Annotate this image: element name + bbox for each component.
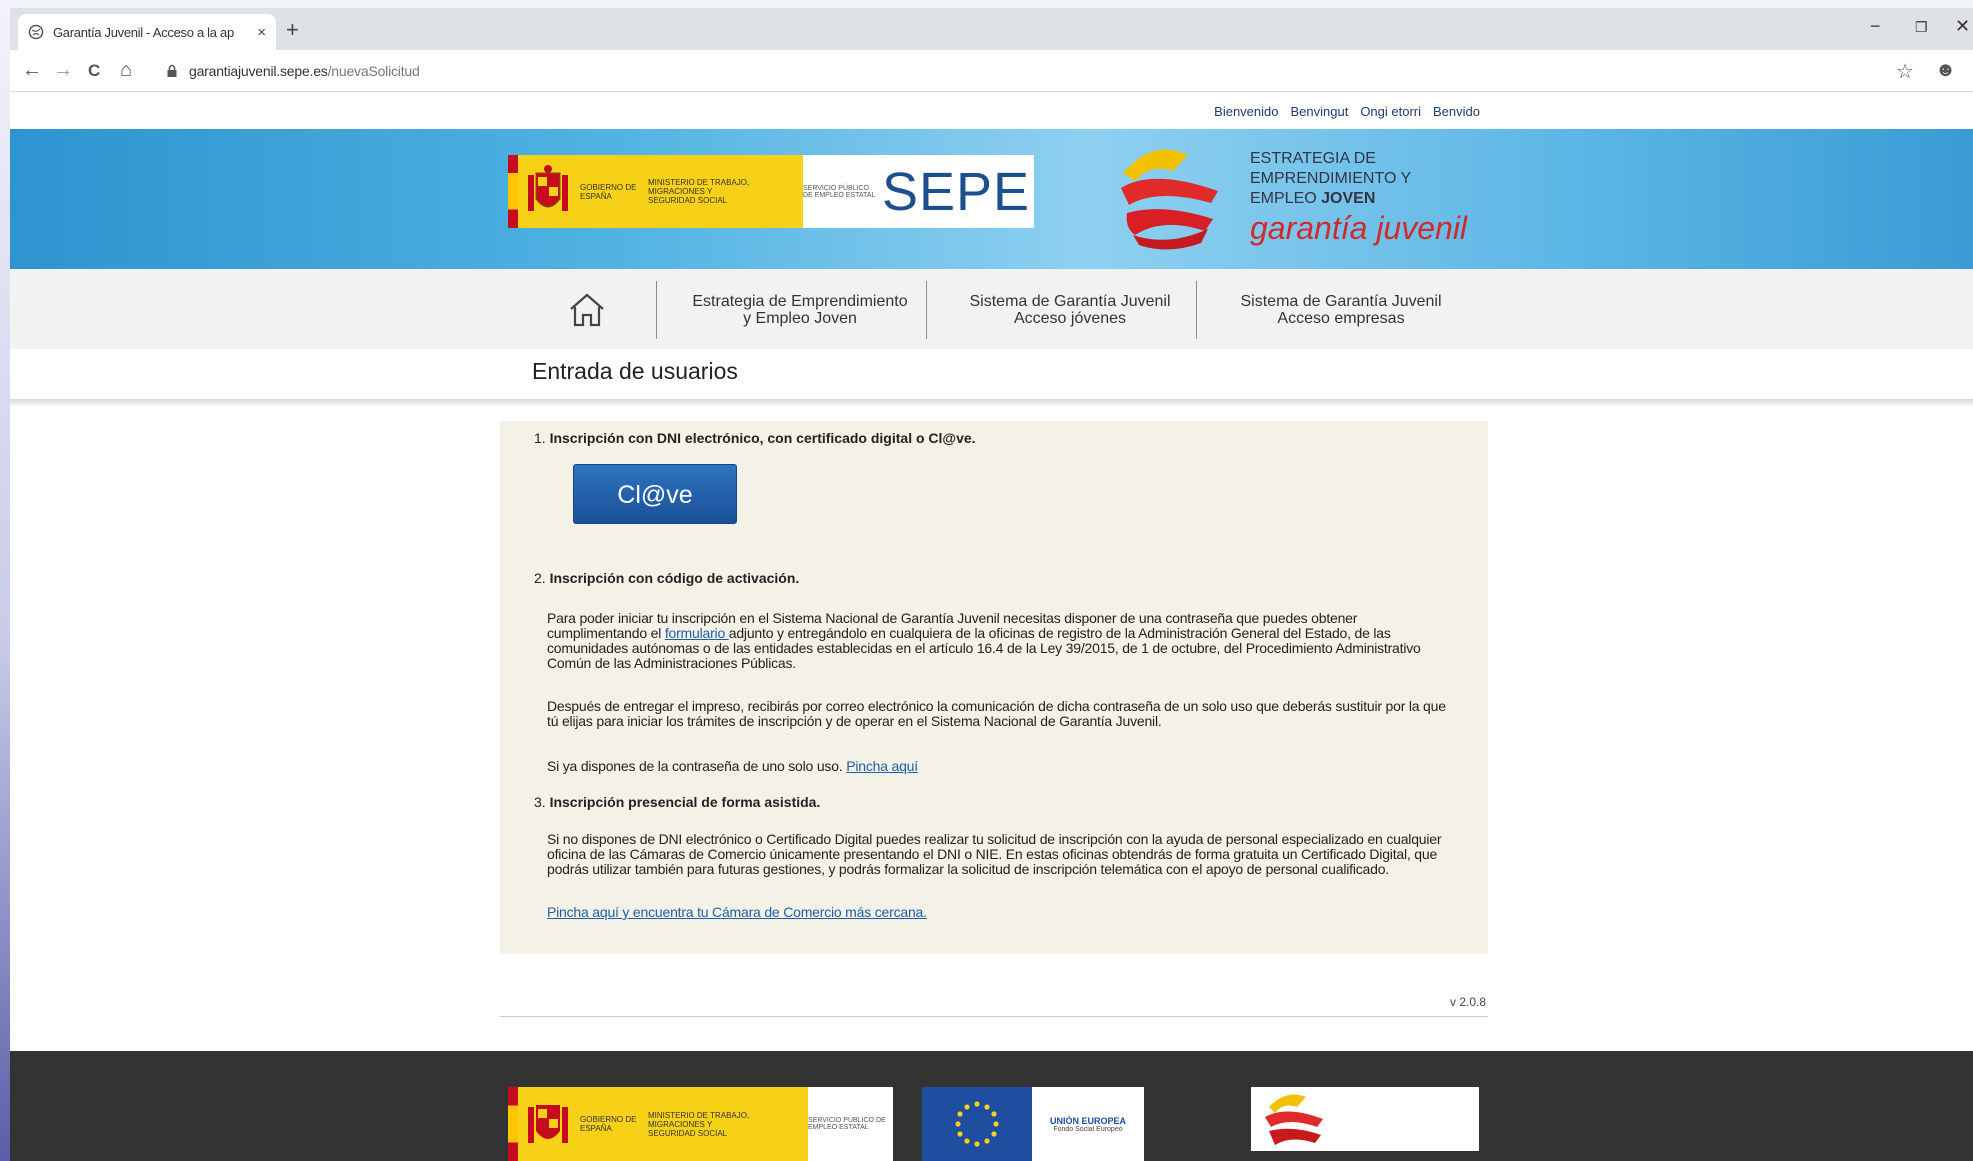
footer: GOBIERNO DE ESPAÑA MINISTERIO DE TRABAJO… [10,1051,1973,1161]
footer-eu-logo: UNIÓN EUROPEA Fondo Social Europeo [922,1087,1144,1161]
clave-button[interactable]: Cl@ve [573,464,737,524]
sepe-logo: SEPE [878,155,1034,228]
footer-ministry-block: GOBIERNO DE ESPAÑA MINISTERIO DE TRABAJO… [518,1087,808,1161]
option2-heading: 2. Inscripción con código de activación. [534,571,1454,586]
forward-icon[interactable]: → [53,59,73,82]
language-bar: Bienvenido Benvingut Ongi etorri Benvido [10,93,1973,129]
gj-line1: ESTRATEGIA DE [1250,150,1376,167]
nav-item-acceso-jovenes[interactable]: Sistema de Garantía Juvenil Acceso jóven… [936,293,1204,327]
address-bar[interactable]: garantiajuvenil.sepe.es/nuevaSolicitud [165,56,1865,86]
option2-title: Inscripción con código de activación. [545,570,800,586]
tab-close-icon[interactable]: × [257,24,266,41]
garantia-juvenil-text: ESTRATEGIA DE EMPRENDIMIENTO Y EMPLEO JO… [1250,149,1467,247]
close-window-icon[interactable]: ✕ [1955,16,1970,37]
eu-text: UNIÓN EUROPEA Fondo Social Europeo [1032,1087,1144,1161]
nav-item-jovenes-l2: Acceso jóvenes [1013,310,1127,327]
eu-flag-icon [922,1087,1032,1161]
title-divider [10,399,1973,407]
gj-line3-joven: JOVEN [1321,190,1376,207]
gov-label: GOBIERNO DE ESPAÑA [580,182,637,201]
footer-divider [500,1016,1488,1017]
menu-icon[interactable]: ⋮ [1965,59,1973,84]
nav-item-empresas-l1: Sistema de Garantía Juvenil [1240,293,1442,310]
browser-window: Garantía Juvenil - Acceso a la ap × + − … [10,8,1973,1161]
lang-link-es[interactable]: Bienvenido [1214,104,1278,119]
option2-p3-before: Si ya dispones de la contraseña de uno s… [547,758,847,774]
option1-title: Inscripción con DNI electrónico, con cer… [545,430,976,446]
option2-paragraph1: Para poder iniciar tu inscripción en el … [547,611,1454,671]
footer-coat-of-arms-icon [528,1105,568,1143]
lang-link-gl[interactable]: Benvido [1433,104,1480,119]
page-title: Entrada de usuarios [532,358,738,384]
nav-divider [1196,281,1197,339]
footer-gj-logo-icon [1265,1094,1323,1145]
reload-icon[interactable]: C [88,61,100,81]
bookmark-star-icon[interactable]: ☆ [1896,59,1914,84]
footer-gov-label: GOBIERNO DE ESPAÑA [580,1115,637,1133]
tab-strip: Garantía Juvenil - Acceso a la ap × + − … [10,8,1973,50]
pincha-aqui-link[interactable]: Pincha aquí [846,758,918,774]
nav-item-estrategia[interactable]: Estrategia de Emprendimiento y Empleo Jo… [666,293,934,327]
gj-line2: EMPRENDIMIENTO Y [1250,170,1412,187]
nav-divider [926,281,927,339]
lang-link-eu[interactable]: Ongi etorri [1360,104,1421,119]
servicio-label: SERVICIO PÚBLICO DE EMPLEO ESTATAL [803,155,878,228]
nav-item-estrategia-l2: y Empleo Joven [743,310,857,327]
nav-item-estrategia-l1: Estrategia de Emprendimiento [692,293,908,310]
web-page: Bienvenido Benvingut Ongi etorri Benvido [10,93,1973,1161]
camara-comercio-link[interactable]: Pincha aquí y encuentra tu Cámara de Com… [547,904,927,920]
formulario-link[interactable]: formulario [665,625,729,641]
gj-line3: EMPLEO JOVEN [1250,189,1467,209]
option2-paragraph3: Si ya dispones de la contraseña de uno s… [547,759,1454,774]
tab-title: Garantía Juvenil - Acceso a la ap [53,24,234,40]
eu-stripe [508,155,518,228]
camara-link-row: Pincha aquí y encuentra tu Cámara de Com… [547,905,1454,920]
minimize-icon[interactable]: − [1870,16,1881,37]
lock-icon [167,64,177,77]
footer-government-logo: GOBIERNO DE ESPAÑA MINISTERIO DE TRABAJO… [508,1087,893,1161]
profile-icon[interactable]: ☻ [1935,59,1956,82]
gj-line3-empleo: EMPLEO [1250,190,1322,207]
nav-divider [656,281,657,339]
browser-tab[interactable]: Garantía Juvenil - Acceso a la ap × [18,14,276,50]
government-logo[interactable]: GOBIERNO DE ESPAÑA MINISTERIO DE TRABAJO… [508,155,1034,228]
option1-heading: 1. Inscripción con DNI electrónico, con … [534,431,1454,446]
option3-heading: 3. Inscripción presencial de forma asist… [534,795,1454,810]
eu-sub: Fondo Social Europeo [1053,1125,1123,1133]
globe-icon [28,24,44,40]
home-nav-icon[interactable] [565,287,609,331]
version-label: v 2.0.8 [1450,995,1487,1009]
footer-servicio-label: SERVICIO PÚBLICO DE EMPLEO ESTATAL [808,1087,893,1161]
url-path: /nuevaSolicitud [327,63,420,79]
option3-number: 3. [534,794,546,810]
footer-ministry-label: MINISTERIO DE TRABAJO, MIGRACIONES Y SEG… [648,1110,750,1138]
footer-garantia-juvenil-logo [1251,1087,1479,1151]
browser-toolbar: ← → C ⌂ garantiajuvenil.sepe.es/nuevaSol… [10,50,1973,92]
header-banner: GOBIERNO DE ESPAÑA MINISTERIO DE TRABAJO… [10,129,1973,269]
main-nav: Estrategia de Emprendimiento y Empleo Jo… [10,269,1973,349]
url-text: garantiajuvenil.sepe.es/nuevaSolicitud [189,63,420,79]
back-icon[interactable]: ← [22,59,42,82]
option3-title: Inscripción presencial de forma asistida… [545,794,821,810]
nav-item-empresas-l2: Acceso empresas [1277,310,1405,327]
option1-number: 1. [534,430,546,446]
eu-label: UNIÓN EUROPEA [1049,1115,1126,1126]
coat-of-arms-icon [528,164,568,211]
ministry-label: MINISTERIO DE TRABAJO, MIGRACIONES Y SEG… [648,178,750,205]
option3-paragraph: Si no dispones de DNI electrónico o Cert… [547,831,1442,877]
lang-link-ca[interactable]: Benvingut [1290,104,1348,119]
option2-number: 2. [534,570,546,586]
nav-item-jovenes-l1: Sistema de Garantía Juvenil [969,293,1171,310]
login-options-panel: 1. Inscripción con DNI electrónico, con … [500,421,1488,954]
restore-icon[interactable]: ❐ [1915,19,1928,36]
footer-eu-stripe [508,1087,518,1161]
url-domain: garantiajuvenil.sepe.es [189,63,328,79]
ministry-block: GOBIERNO DE ESPAÑA MINISTERIO DE TRABAJO… [518,155,803,228]
home-icon[interactable]: ⌂ [120,59,132,82]
option2-paragraph2: Después de entregar el impreso, recibirá… [547,698,1446,729]
new-tab-button[interactable]: + [286,17,299,43]
gj-name: garantía juvenil [1250,210,1468,246]
nav-item-acceso-empresas[interactable]: Sistema de Garantía Juvenil Acceso empre… [1206,293,1476,327]
